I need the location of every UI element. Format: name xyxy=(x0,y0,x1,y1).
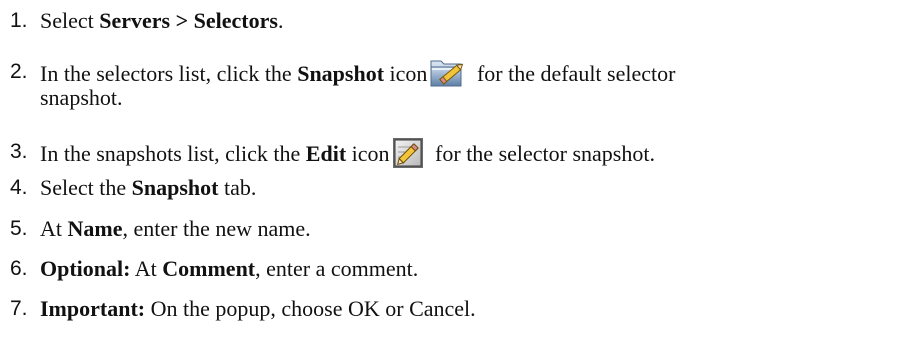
ui-term-comment: Comment xyxy=(162,256,256,281)
ui-term-snapshot-tab: Snapshot xyxy=(131,175,219,200)
step-text: Optional: At Comment, enter a comment. xyxy=(40,256,419,281)
step-number: 5. xyxy=(10,217,28,240)
step-text: In the snapshots list, click the Edit ic… xyxy=(40,137,910,177)
step-text: Select the Snapshot tab. xyxy=(40,175,257,200)
important-label: Important: xyxy=(40,296,146,321)
step-number: 1. xyxy=(10,9,28,32)
menu-path: Servers > Selectors xyxy=(99,8,278,33)
step-number: 6. xyxy=(10,257,28,280)
step-number: 4. xyxy=(10,176,28,199)
step-text: At Name, enter the new name. xyxy=(40,216,311,241)
ui-term-name: Name xyxy=(67,216,123,241)
step-number: 7. xyxy=(10,297,28,320)
step-text: Select Servers > Selectors. xyxy=(40,8,284,33)
step-text-continued: snapshot. xyxy=(40,85,123,110)
step-number: 2. xyxy=(10,60,28,83)
optional-label: Optional: xyxy=(40,256,131,281)
step-number: 3. xyxy=(10,140,28,163)
edit-pencil-icon xyxy=(392,137,424,177)
step-text: Important: On the popup, choose OK or Ca… xyxy=(40,296,476,321)
ui-term-edit: Edit xyxy=(305,141,347,166)
